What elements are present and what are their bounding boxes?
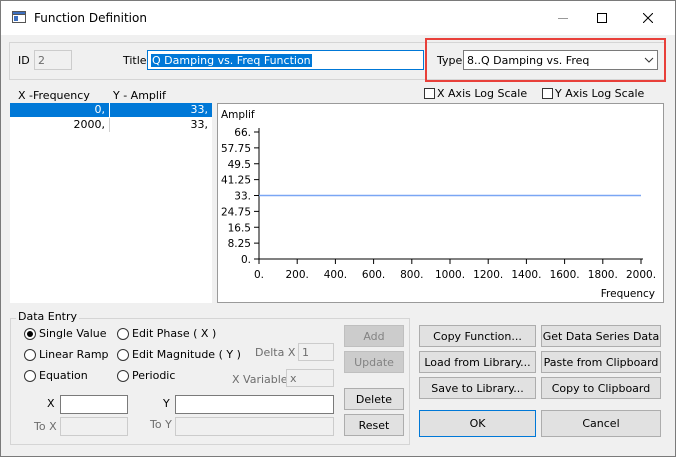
equation-radio[interactable]	[24, 370, 36, 382]
window-title: Function Definition	[34, 11, 147, 25]
x-tick-label: 1400.	[511, 269, 541, 281]
title-input[interactable]: Q Damping vs. Freq Function	[147, 50, 424, 70]
function-chart: Amplif 66. 57.75 49.5 41.25 33. 24.75 16.5 8.25 0…	[221, 109, 656, 300]
x-tick-label: 2000.	[626, 269, 656, 281]
table-cell-x: 0,	[94, 103, 106, 116]
x-log-checkbox[interactable]	[424, 88, 435, 99]
x-input[interactable]	[60, 395, 128, 414]
periodic-label: Periodic	[132, 369, 176, 382]
minimize-button[interactable]	[541, 2, 585, 34]
edit-phase-label: Edit Phase ( X )	[132, 327, 217, 340]
x-tick-label: 1200.	[473, 269, 503, 281]
delta-x-label: Delta X	[255, 346, 296, 359]
copy-function-button[interactable]: Copy Function...	[419, 325, 536, 347]
edit-magnitude-label: Edit Magnitude ( Y )	[132, 348, 241, 361]
paste-clipboard-button[interactable]: Paste from Clipboard	[541, 351, 661, 373]
y-tick-label: 41.25	[221, 175, 251, 187]
x-axis-label: Frequency	[601, 288, 655, 300]
to-y-field	[175, 417, 334, 436]
y-input[interactable]	[175, 395, 334, 414]
save-library-button[interactable]: Save to Library...	[419, 377, 536, 399]
type-select[interactable]: 8..Q Damping vs. Freq	[463, 50, 658, 70]
y-tick-label: 66.	[234, 127, 251, 139]
minimize-icon	[558, 18, 568, 19]
linear-ramp-radio[interactable]	[24, 349, 36, 361]
single-value-label: Single Value	[39, 327, 107, 340]
y-axis-label: Amplif	[221, 109, 255, 121]
cancel-button[interactable]: Cancel	[541, 410, 661, 437]
maximize-icon	[597, 13, 607, 23]
app-icon	[12, 11, 26, 23]
type-label: Type	[437, 54, 463, 67]
to-y-label: To Y	[150, 418, 172, 431]
data-table[interactable]: 0, 33, 2000, 33,	[10, 103, 212, 303]
close-button[interactable]	[626, 2, 670, 34]
x-label: X	[47, 397, 55, 410]
copy-clipboard-button[interactable]: Copy to Clipboard	[541, 377, 661, 399]
ok-button[interactable]: OK	[419, 410, 536, 437]
x-tick-label: 1800.	[588, 269, 618, 281]
table-cell-y: 33,	[190, 118, 209, 131]
x-variable-field: x	[286, 369, 334, 387]
col-header-x: X -Frequency	[18, 89, 90, 102]
x-tick-label: 1600.	[550, 269, 580, 281]
reset-button[interactable]: Reset	[344, 414, 404, 436]
delta-x-field: 1	[298, 343, 334, 361]
y-tick-label: 8.25	[228, 238, 251, 250]
y-tick-label: 0.	[241, 254, 251, 266]
chevron-down-icon	[644, 57, 654, 63]
y-log-label: Y Axis Log Scale	[555, 87, 645, 100]
table-cell-y: 33,	[190, 103, 209, 116]
data-entry-label: Data Entry	[16, 310, 80, 323]
x-variable-label: X Variable	[232, 373, 288, 386]
y-tick-label: 24.75	[221, 206, 251, 218]
linear-ramp-label: Linear Ramp	[39, 348, 109, 361]
single-value-radio[interactable]	[24, 328, 36, 340]
edit-phase-radio[interactable]	[117, 328, 129, 340]
add-button[interactable]: Add	[344, 325, 404, 347]
x-tick-label: 800.	[400, 269, 423, 281]
delete-button[interactable]: Delete	[344, 388, 404, 410]
y-tick-label: 16.5	[228, 222, 251, 234]
edit-magnitude-radio[interactable]	[117, 349, 129, 361]
y-log-checkbox[interactable]	[542, 88, 553, 99]
y-label: Y	[163, 397, 170, 410]
type-select-value: 8..Q Damping vs. Freq	[467, 53, 590, 67]
to-x-field	[60, 417, 128, 436]
get-data-series-button[interactable]: Get Data Series Data	[541, 325, 661, 347]
load-library-button[interactable]: Load from Library...	[419, 351, 536, 373]
x-tick-label: 400.	[324, 269, 347, 281]
id-label: ID	[18, 54, 30, 67]
x-tick-label: 600.	[362, 269, 385, 281]
x-tick-label: 200.	[286, 269, 309, 281]
y-tick-label: 49.5	[228, 159, 251, 171]
y-tick-label: 57.75	[221, 143, 251, 155]
y-tick-label: 33.	[234, 191, 251, 203]
update-button[interactable]: Update	[344, 351, 404, 373]
to-x-label: To X	[34, 420, 57, 433]
title-label: Title	[123, 54, 147, 67]
x-tick-label: 1000.	[435, 269, 465, 281]
table-cell-x: 2000,	[73, 118, 106, 131]
id-field: 2	[34, 50, 72, 70]
close-icon	[643, 13, 653, 23]
periodic-radio[interactable]	[117, 370, 129, 382]
maximize-button[interactable]	[580, 2, 624, 34]
equation-label: Equation	[39, 369, 88, 382]
col-header-y: Y - Amplif	[113, 89, 166, 102]
x-log-label: X Axis Log Scale	[437, 87, 528, 100]
x-tick-label: 0.	[254, 269, 264, 281]
